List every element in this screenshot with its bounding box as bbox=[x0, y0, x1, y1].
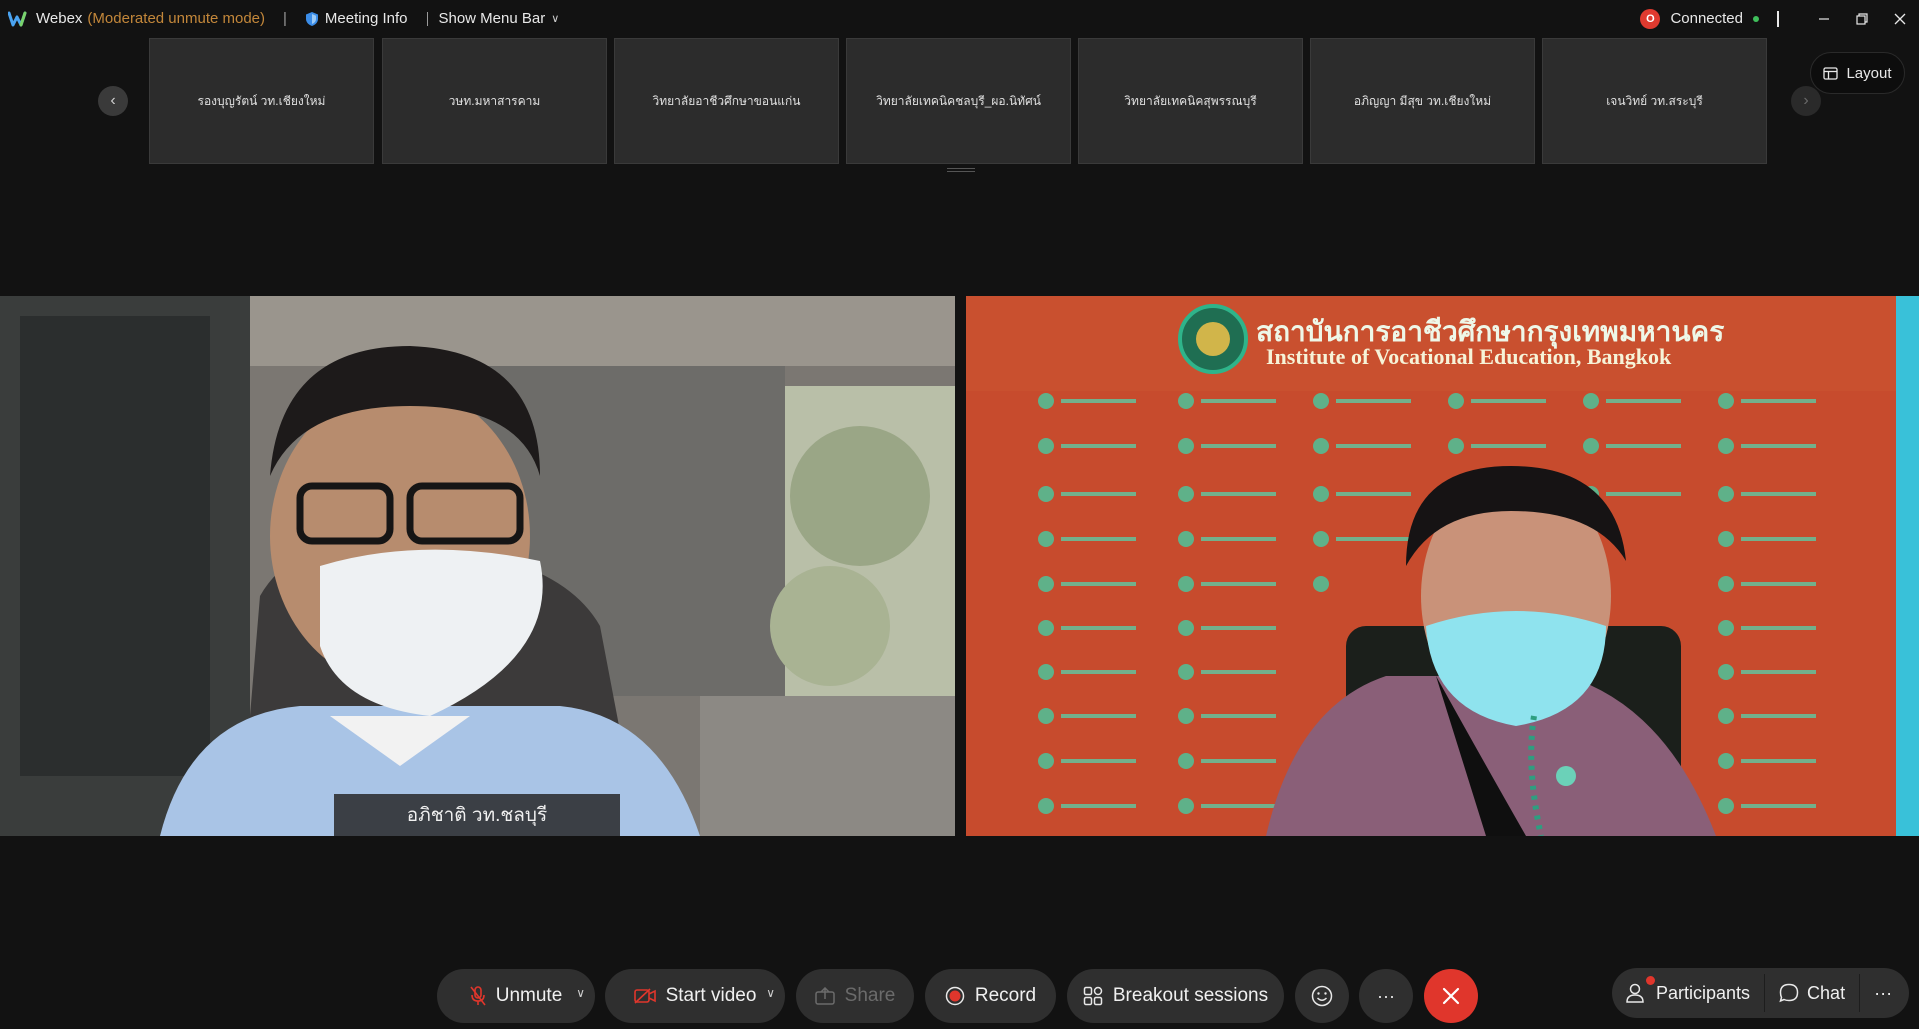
restore-icon bbox=[1856, 12, 1868, 25]
chevron-down-icon: ∨ bbox=[551, 13, 560, 25]
share-label: Share bbox=[844, 985, 896, 1006]
notification-dot-icon bbox=[1646, 976, 1655, 985]
chat-icon bbox=[1779, 983, 1799, 1003]
participant-thumbnail[interactable]: เจนวิทย์ วท.สระบุรี bbox=[1542, 38, 1767, 164]
title-divider bbox=[1777, 10, 1779, 27]
minimize-icon bbox=[1819, 17, 1829, 20]
filmstrip-prev-button[interactable]: ‹ bbox=[98, 86, 128, 116]
unmute-label: Unmute bbox=[495, 985, 563, 1006]
participant-name: วิทยาลัยอาชีวศึกษาขอนแก่น bbox=[652, 93, 801, 108]
emoji-icon bbox=[1311, 985, 1333, 1007]
participant-thumbnail[interactable]: วิทยาลัยอาชีวศึกษาขอนแก่น bbox=[614, 38, 839, 164]
app-name: Webex bbox=[36, 10, 83, 27]
record-button[interactable]: Record bbox=[925, 969, 1056, 1023]
participants-button[interactable]: Participants bbox=[1612, 968, 1764, 1018]
filmstrip-next-button[interactable]: › bbox=[1791, 86, 1821, 116]
participant-name-label: อภิชาติ วท.ชลบุรี bbox=[406, 805, 548, 826]
close-icon bbox=[1894, 13, 1906, 24]
chevron-down-icon[interactable]: ∨ bbox=[766, 986, 775, 1000]
record-label: Record bbox=[974, 985, 1037, 1006]
participant-thumbnail[interactable]: วษท.มหาสารคาม bbox=[382, 38, 607, 164]
more-icon: ··· bbox=[1874, 982, 1893, 1003]
breakout-label: Breakout sessions bbox=[1112, 985, 1269, 1006]
more-icon: ··· bbox=[1377, 985, 1395, 1006]
participant-name: เจนวิทย์ วท.สระบุรี bbox=[1606, 93, 1703, 108]
layout-label: Layout bbox=[1846, 64, 1892, 82]
participant-video-right bbox=[966, 296, 1919, 836]
participant-thumbnail[interactable]: วิทยาลัยเทคนิคชลบุรี_ผอ.นิทัศน์ bbox=[846, 38, 1071, 164]
participant-name: อภิญญา มีสุข วท.เชียงใหม่ bbox=[1353, 93, 1492, 108]
chevron-right-icon: › bbox=[1803, 92, 1809, 109]
meeting-info-label: Meeting Info bbox=[324, 10, 408, 27]
participant-name-tag: อภิชาติ วท.ชลบุรี bbox=[334, 794, 620, 836]
meeting-info-button[interactable]: Meeting Info bbox=[305, 10, 408, 27]
recording-indicator-icon[interactable]: O bbox=[1640, 8, 1661, 29]
show-menu-bar-label: Show Menu Bar bbox=[438, 10, 546, 27]
filmstrip-resize-handle[interactable] bbox=[947, 168, 975, 172]
participant-name: วษท.มหาสารคาม bbox=[448, 93, 541, 108]
video-tile-left[interactable]: อภิชาติ วท.ชลบุรี bbox=[0, 296, 955, 836]
close-icon bbox=[1442, 987, 1460, 1005]
layout-button[interactable]: Layout bbox=[1810, 52, 1905, 94]
participant-thumbnail[interactable]: รองบุญรัตน์ วท.เชียงใหม่ bbox=[149, 38, 374, 164]
video-tile-right[interactable]: สถาบันการอาชีวศึกษากรุงเทพมหานคร Institu… bbox=[966, 296, 1919, 836]
start-video-label: Start video bbox=[665, 985, 757, 1006]
participant-video-left bbox=[0, 296, 955, 836]
panel-more-button[interactable]: ··· bbox=[1860, 968, 1906, 1018]
breakout-icon bbox=[1083, 986, 1103, 1006]
chevron-left-icon: ‹ bbox=[110, 92, 116, 109]
share-button[interactable]: Share bbox=[796, 969, 914, 1023]
chat-label: Chat bbox=[1807, 982, 1846, 1003]
participant-name: รองบุญรัตน์ วท.เชียงใหม่ bbox=[197, 93, 326, 108]
end-meeting-button[interactable] bbox=[1424, 969, 1478, 1023]
chevron-down-icon[interactable]: ∨ bbox=[576, 986, 585, 1000]
webex-logo-icon bbox=[8, 11, 27, 26]
close-window-button[interactable] bbox=[1881, 0, 1919, 37]
participants-label: Participants bbox=[1656, 982, 1751, 1003]
unmute-button[interactable]: Unmute ∨ bbox=[437, 969, 595, 1023]
recording-badge: O bbox=[1646, 12, 1655, 25]
menu-separator bbox=[427, 11, 429, 26]
shield-icon bbox=[305, 11, 318, 26]
title-bar: Webex (Moderated unmute mode) | Meeting … bbox=[0, 0, 1919, 37]
breakout-sessions-button[interactable]: Breakout sessions bbox=[1067, 969, 1284, 1023]
more-options-button[interactable]: ··· bbox=[1359, 969, 1413, 1023]
record-icon bbox=[945, 986, 965, 1006]
title-right: O Connected bbox=[1640, 0, 1919, 37]
layout-icon bbox=[1823, 66, 1839, 80]
side-panel-controls: Participants Chat ··· bbox=[1612, 968, 1909, 1018]
title-left: Webex (Moderated unmute mode) | Meeting … bbox=[0, 0, 559, 37]
participant-thumbnail[interactable]: อภิญญา มีสุข วท.เชียงใหม่ bbox=[1310, 38, 1535, 164]
title-separator: | bbox=[283, 10, 287, 27]
participants-icon bbox=[1626, 983, 1644, 1003]
restore-button[interactable] bbox=[1843, 0, 1881, 37]
participant-name: วิทยาลัยเทคนิคชลบุรี_ผอ.นิทัศน์ bbox=[876, 93, 1041, 108]
chat-button[interactable]: Chat bbox=[1765, 968, 1859, 1018]
reactions-button[interactable] bbox=[1295, 969, 1349, 1023]
video-off-icon bbox=[633, 988, 656, 1004]
show-menu-bar-button[interactable]: Show Menu Bar ∨ bbox=[438, 10, 559, 27]
participant-name: วิทยาลัยเทคนิคสุพรรณบุรี bbox=[1124, 93, 1257, 108]
banner-english-title: Institute of Vocational Education, Bangk… bbox=[1266, 344, 1672, 369]
institute-emblem-icon bbox=[1178, 304, 1248, 374]
start-video-button[interactable]: Start video ∨ bbox=[605, 969, 785, 1023]
connected-dot-icon bbox=[1753, 15, 1759, 22]
connection-status[interactable]: Connected bbox=[1670, 10, 1743, 27]
microphone-muted-icon bbox=[470, 986, 486, 1006]
minimize-button[interactable] bbox=[1805, 0, 1843, 37]
participant-thumbnail[interactable]: วิทยาลัยเทคนิคสุพรรณบุรี bbox=[1078, 38, 1303, 164]
moderated-mode-label: (Moderated unmute mode) bbox=[87, 10, 266, 27]
share-icon bbox=[814, 987, 835, 1005]
